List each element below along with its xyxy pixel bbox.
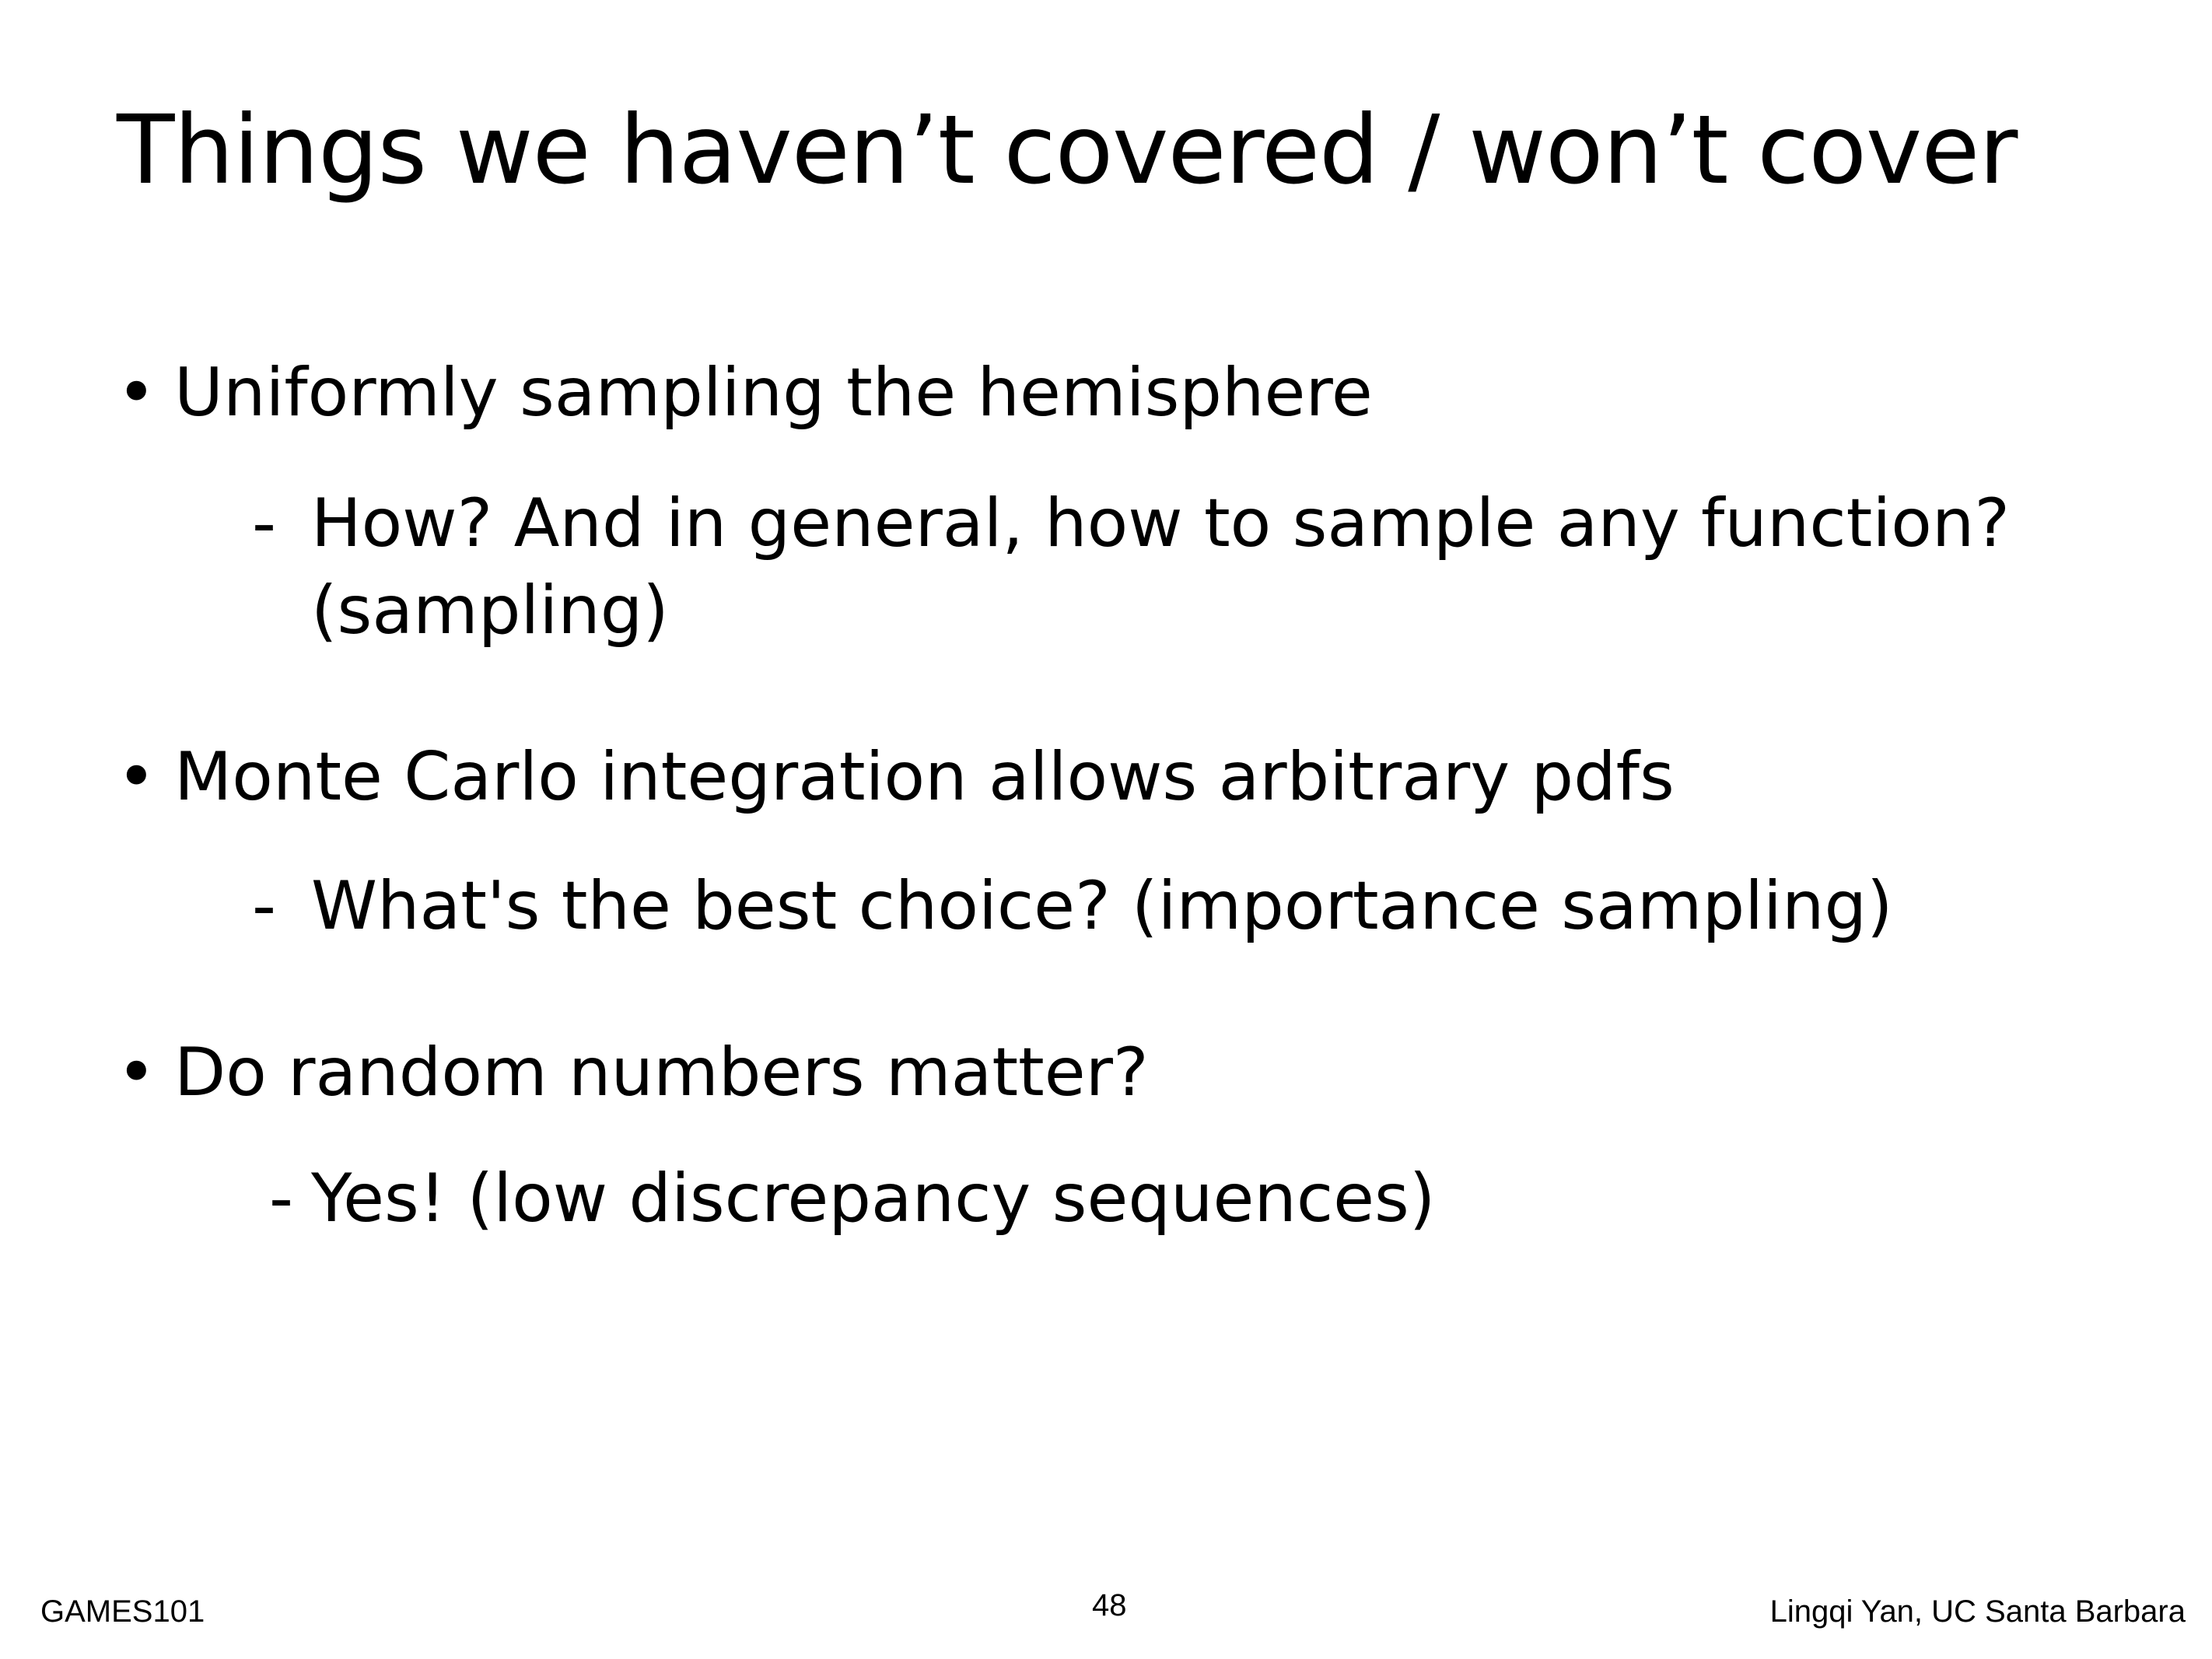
bullet-item-2: • Monte Carlo integration allows arbitrar…	[117, 734, 1675, 820]
sub-text: How? And in general, how to sample any f…	[311, 485, 2011, 562]
footer-author: Lingqi Yan, UC Santa Barbara	[1769, 1594, 2186, 1629]
sub-text-continued: (sampling)	[311, 572, 669, 649]
bullet-text: Monte Carlo integration allows arbitrary…	[174, 738, 1675, 816]
bullet-dot: •	[117, 738, 156, 816]
sub-item-1: - How? And in general, how to sample any…	[252, 481, 2041, 566]
sub-text: Yes! (low discrepancy sequences)	[311, 1160, 1436, 1237]
bullet-text: Uniformly sampling the hemisphere	[174, 354, 1373, 432]
bullet-dot: •	[117, 354, 156, 432]
footer-page-number: 48	[1092, 1588, 1127, 1622]
bullet-item-3: • Do random numbers matter?	[117, 1030, 1149, 1115]
sub-item-1-continued: (sampling)	[252, 568, 2041, 653]
bullet-dot: •	[117, 1034, 156, 1111]
sub-text: What's the best choice? (importance samp…	[311, 867, 1893, 945]
bullet-item-1: • Uniformly sampling the hemisphere	[117, 350, 1373, 436]
sub-dash: -	[269, 1160, 294, 1237]
slide: Things we haven’t covered / won’t cover …	[0, 0, 2212, 1659]
sub-dash: -	[252, 485, 277, 562]
sub-dash: -	[252, 867, 277, 945]
bullet-text: Do random numbers matter?	[174, 1034, 1149, 1111]
footer-course-label: GAMES101	[40, 1594, 205, 1629]
sub-item-3: - Yes! (low discrepancy sequences)	[269, 1156, 2058, 1241]
sub-item-2: - What's the best choice? (importance sa…	[252, 863, 2041, 949]
slide-title: Things we haven’t covered / won’t cover	[117, 95, 2018, 205]
